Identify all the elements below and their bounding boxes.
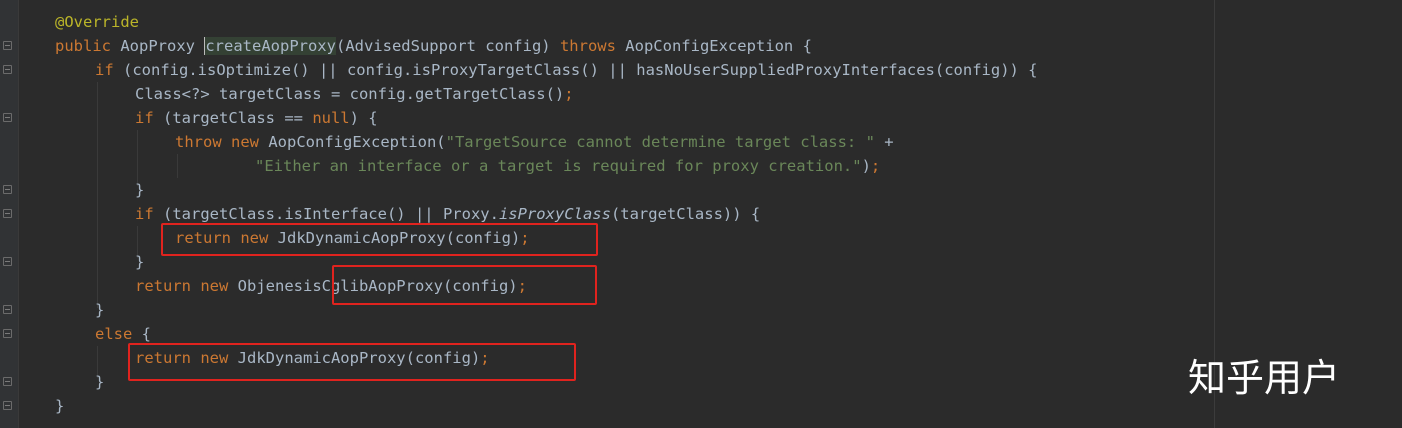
code-editor[interactable]: @Override public AopProxy createAopProxy…	[0, 0, 1402, 428]
code-text: (targetClass ==	[153, 109, 313, 127]
code-line-13: }	[95, 298, 104, 322]
string-literal: "Either an interface or a target is requ…	[255, 157, 862, 175]
keyword: throw new	[175, 133, 259, 151]
code-line-5: if (targetClass == null) {	[135, 106, 378, 130]
code-line-3: if (config.isOptimize() || config.isProx…	[95, 58, 1038, 82]
static-method-call: isProxyClass	[498, 205, 611, 223]
keyword: if	[135, 109, 154, 127]
code-text: }	[135, 253, 145, 271]
code-text: Class<?> targetClass = config.getTargetC…	[135, 85, 565, 103]
fold-icon[interactable]	[3, 329, 12, 338]
code-text: }	[95, 373, 105, 391]
indent-guide	[97, 82, 98, 308]
fold-icon[interactable]	[3, 65, 12, 74]
fold-icon[interactable]	[3, 305, 12, 314]
fold-icon[interactable]	[3, 185, 12, 194]
keyword: if	[95, 61, 114, 79]
fold-icon[interactable]	[3, 209, 12, 218]
code-line-1: @Override	[55, 10, 139, 34]
fold-icon[interactable]	[3, 257, 12, 266]
keyword: if	[135, 205, 154, 223]
code-text: }	[135, 181, 145, 199]
code-text: (targetClass)) {	[610, 205, 761, 223]
semicolon: ;	[564, 85, 574, 103]
fold-icon[interactable]	[3, 401, 12, 410]
semicolon: ;	[870, 157, 881, 175]
code-line-4: Class<?> targetClass = config.getTargetC…	[135, 82, 574, 106]
keyword: null	[312, 109, 350, 127]
code-text: ) {	[349, 109, 378, 127]
keyword: throws	[559, 37, 616, 55]
code-text: AopProxy	[111, 37, 205, 55]
annotation: @Override	[55, 13, 139, 31]
keyword: else	[95, 325, 133, 343]
code-text: AopConfigException {	[615, 37, 812, 55]
indent-guide	[177, 154, 178, 178]
code-text: AopConfigException(	[259, 133, 446, 151]
code-line-16: }	[95, 370, 104, 394]
code-text: {	[132, 325, 151, 343]
fold-icon[interactable]	[3, 41, 12, 50]
code-text: (targetClass.isInterface() || Proxy.	[153, 205, 499, 223]
code-text: }	[55, 397, 65, 415]
watermark-text: 知乎用户	[1188, 356, 1341, 400]
fold-icon[interactable]	[3, 377, 12, 386]
code-line-6: throw new AopConfigException("TargetSour…	[175, 130, 894, 154]
code-line-7: "Either an interface or a target is requ…	[255, 154, 880, 178]
keyword: return new	[135, 277, 229, 295]
code-line-2: public AopProxy createAopProxy(AdvisedSu…	[55, 34, 812, 58]
code-text: )	[861, 157, 871, 175]
fold-icon[interactable]	[3, 113, 12, 122]
code-text: }	[95, 301, 105, 319]
code-text: (AdvisedSupport config)	[335, 37, 560, 55]
editor-gutter	[0, 0, 19, 428]
code-line-17: }	[55, 394, 64, 418]
highlight-box-jdk-proxy-else	[128, 343, 576, 381]
code-line-8: }	[135, 178, 144, 202]
code-text: +	[874, 133, 894, 151]
code-text: (config.isOptimize() || config.isProxyTa…	[113, 61, 1038, 79]
string-literal: "TargetSource cannot determine target cl…	[445, 133, 875, 151]
method-name-highlighted: createAopProxy	[204, 37, 336, 55]
keyword: public	[55, 37, 111, 55]
highlight-box-cglib-proxy	[332, 265, 597, 305]
code-line-11: }	[135, 250, 144, 274]
highlight-box-jdk-proxy	[161, 223, 598, 256]
